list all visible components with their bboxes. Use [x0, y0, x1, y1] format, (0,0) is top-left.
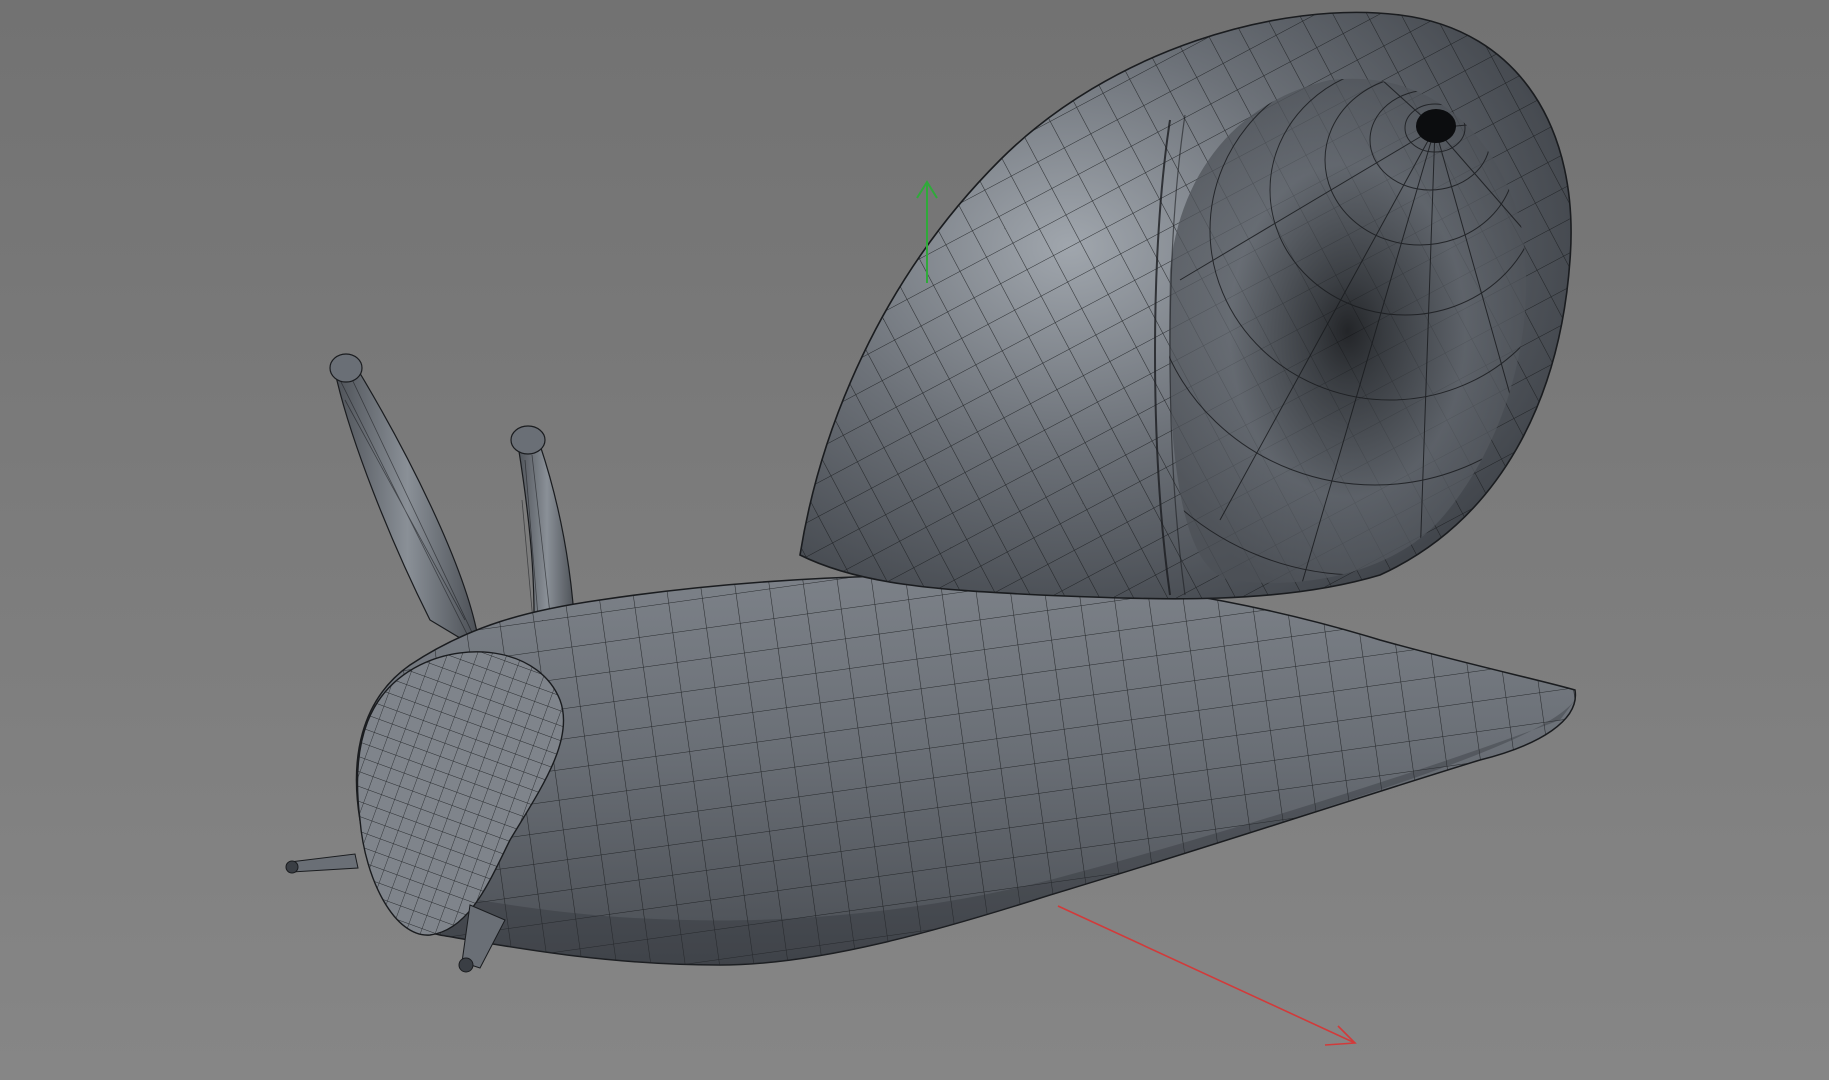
viewport-scene[interactable] — [0, 0, 1829, 1080]
antenna-right-tip — [510, 425, 546, 455]
3d-viewport[interactable] — [0, 0, 1829, 1080]
shell-apex — [1416, 109, 1456, 143]
antenna-left-tip — [329, 353, 363, 383]
